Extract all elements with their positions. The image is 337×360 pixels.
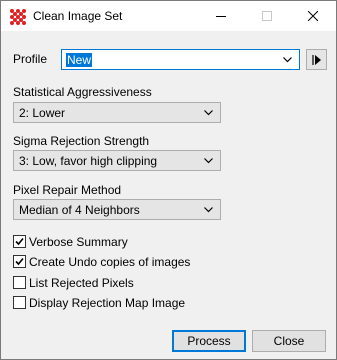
mira-grid-icon xyxy=(10,9,26,25)
close-window-button[interactable] xyxy=(290,1,336,31)
profile-combobox[interactable]: New xyxy=(61,49,300,70)
maximize-button[interactable] xyxy=(244,1,290,31)
minimize-button[interactable] xyxy=(198,1,244,31)
sigma-rejection-select[interactable]: 3: Low, favor high clipping xyxy=(13,150,221,171)
checkbox-box[interactable] xyxy=(13,276,26,289)
verbose-summary-checkbox[interactable]: Verbose Summary xyxy=(13,234,193,250)
statistical-aggressiveness-label: Statistical Aggressiveness xyxy=(13,85,152,99)
checkbox-box[interactable] xyxy=(13,296,26,309)
statistical-aggressiveness-select[interactable]: 2: Lower xyxy=(13,102,221,123)
checkbox-label[interactable]: List Rejected Pixels xyxy=(29,276,134,290)
sigma-rejection-label: Sigma Rejection Strength xyxy=(13,134,150,148)
checkbox-label[interactable]: Display Rejection Map Image xyxy=(29,296,185,310)
checkbox-box[interactable] xyxy=(13,255,26,268)
chevron-down-icon xyxy=(204,207,213,213)
profile-menu-button[interactable] xyxy=(306,49,327,70)
dialog-window: Clean Image Set Profile New Statistical … xyxy=(0,0,337,360)
pixel-repair-label: Pixel Repair Method xyxy=(13,183,122,197)
close-button[interactable]: Close xyxy=(252,330,326,352)
list-rejected-pixels-checkbox[interactable]: List Rejected Pixels xyxy=(13,275,193,291)
chevron-down-icon[interactable] xyxy=(283,57,292,63)
chevron-down-icon xyxy=(204,110,213,116)
chevron-down-icon xyxy=(204,158,213,164)
play-arrow-icon xyxy=(312,55,321,65)
statistical-aggressiveness-value: 2: Lower xyxy=(19,106,66,120)
checkbox-box[interactable] xyxy=(13,235,26,248)
checkbox-label[interactable]: Create Undo copies of images xyxy=(29,255,190,269)
process-button[interactable]: Process xyxy=(172,330,246,352)
minimize-icon xyxy=(216,16,226,17)
window-title: Clean Image Set xyxy=(33,9,123,23)
pixel-repair-select[interactable]: Median of 4 Neighbors xyxy=(13,199,221,220)
pixel-repair-value: Median of 4 Neighbors xyxy=(19,203,140,217)
title-bar[interactable]: Clean Image Set xyxy=(1,1,336,31)
checkmark-icon xyxy=(15,257,24,266)
close-icon xyxy=(308,11,318,21)
profile-value[interactable]: New xyxy=(66,53,93,67)
sigma-rejection-value: 3: Low, favor high clipping xyxy=(19,154,158,168)
profile-label: Profile xyxy=(13,52,48,66)
checkmark-icon xyxy=(15,237,24,246)
display-rejection-map-checkbox[interactable]: Display Rejection Map Image xyxy=(13,295,193,311)
create-undo-copies-checkbox[interactable]: Create Undo copies of images xyxy=(13,254,193,270)
maximize-icon xyxy=(262,11,272,21)
checkbox-label[interactable]: Verbose Summary xyxy=(29,235,128,249)
